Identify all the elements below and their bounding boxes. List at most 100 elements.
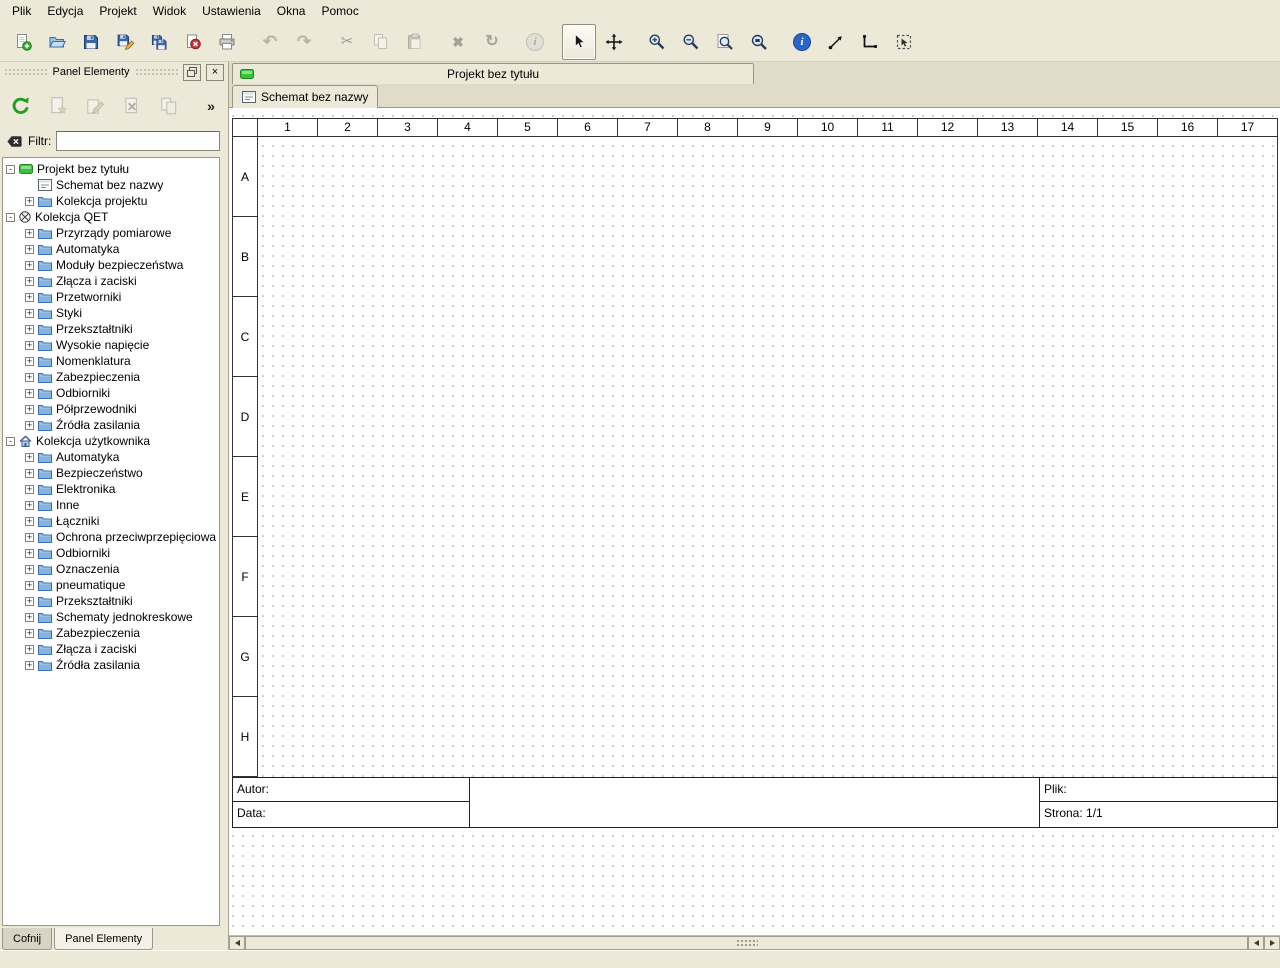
tree-item-elektronika[interactable]: +Elektronika	[3, 481, 219, 497]
diagram-info-button[interactable]: i	[786, 26, 818, 58]
tree-item-zabezpieczenia[interactable]: +Zabezpieczenia	[3, 369, 219, 385]
tree-item-źródła-zasilania[interactable]: +Źródła zasilania	[3, 657, 219, 673]
tree-expander[interactable]: -	[6, 437, 15, 446]
tree-item-pneumatique[interactable]: +pneumatique	[3, 577, 219, 593]
tree-expander[interactable]: +	[25, 245, 34, 254]
tree-expander[interactable]: +	[25, 549, 34, 558]
tree-expander[interactable]: +	[25, 661, 34, 670]
zoom-content-button[interactable]	[743, 26, 775, 58]
save-all-button[interactable]	[143, 26, 175, 58]
clear-filter-icon[interactable]	[6, 133, 23, 150]
element-tree[interactable]: -Projekt bez tytułuSchemat bez nazwy+Kol…	[2, 157, 220, 926]
tree-expander[interactable]: +	[25, 293, 34, 302]
save-file-as-button[interactable]	[109, 26, 141, 58]
tree-item-przyrządy-pomiarowe[interactable]: +Przyrządy pomiarowe	[3, 225, 219, 241]
menu-okna[interactable]: Okna	[269, 1, 314, 21]
menu-projekt[interactable]: Projekt	[91, 1, 144, 21]
tree-item-nomenklatura[interactable]: +Nomenklatura	[3, 353, 219, 369]
save-file-button[interactable]	[75, 26, 107, 58]
scrollbar-track[interactable]	[245, 936, 1248, 950]
tree-expander[interactable]: +	[25, 533, 34, 542]
tree-expander[interactable]: +	[25, 405, 34, 414]
tree-item-przetworniki[interactable]: +Przetworniki	[3, 289, 219, 305]
tree-item-bezpieczeństwo[interactable]: +Bezpieczeństwo	[3, 465, 219, 481]
menu-widok[interactable]: Widok	[145, 1, 194, 21]
corner-tool-button[interactable]	[854, 26, 886, 58]
reload-collections-button[interactable]	[8, 93, 34, 119]
tree-item-kolekcja-użytkownika[interactable]: -Kolekcja użytkownika	[3, 433, 219, 449]
tree-item-automatyka[interactable]: +Automatyka	[3, 241, 219, 257]
tree-item-odbiorniki[interactable]: +Odbiorniki	[3, 385, 219, 401]
panel-tab-cofnij[interactable]: Cofnij	[2, 928, 52, 950]
select-mode-button[interactable]	[562, 24, 596, 60]
scrollbar-thumb[interactable]	[245, 936, 1248, 950]
menu-ustawienia[interactable]: Ustawienia	[194, 1, 269, 21]
tree-expander[interactable]: +	[25, 629, 34, 638]
conductor-tool-button[interactable]	[820, 26, 852, 58]
menu-pomoc[interactable]: Pomoc	[313, 1, 366, 21]
diagram-canvas[interactable]: 1234567891011121314151617 ABCDEFGH Autor…	[229, 108, 1280, 935]
pan-mode-button[interactable]	[598, 26, 630, 58]
tree-expander[interactable]: +	[25, 421, 34, 430]
tree-item-zabezpieczenia[interactable]: +Zabezpieczenia	[3, 625, 219, 641]
tree-expander[interactable]: +	[25, 309, 34, 318]
project-tab[interactable]: Projekt bez tytułu	[232, 63, 754, 84]
tree-expander[interactable]: +	[25, 597, 34, 606]
menu-edycja[interactable]: Edycja	[39, 1, 91, 21]
tree-item-projekt-bez-tytułu[interactable]: -Projekt bez tytułu	[3, 161, 219, 177]
open-file-button[interactable]	[41, 26, 73, 58]
tree-item-półprzewodniki[interactable]: +Półprzewodniki	[3, 401, 219, 417]
horizontal-scrollbar[interactable]	[229, 935, 1280, 950]
menu-plik[interactable]: Plik	[4, 1, 39, 21]
zoom-in-button[interactable]	[641, 26, 673, 58]
tree-item-odbiorniki[interactable]: +Odbiorniki	[3, 545, 219, 561]
tree-expander[interactable]: +	[25, 469, 34, 478]
tree-expander[interactable]: +	[25, 389, 34, 398]
tree-expander[interactable]: +	[25, 197, 34, 206]
panel-close-button[interactable]: ×	[206, 64, 224, 81]
panel-tab-panel-elementy[interactable]: Panel Elementy	[54, 928, 153, 950]
tree-item-złącza-i-zaciski[interactable]: +Złącza i zaciski	[3, 273, 219, 289]
zoom-fit-button[interactable]	[709, 26, 741, 58]
tree-expander[interactable]: +	[25, 229, 34, 238]
tree-item-ochrona-przeciwprzepięciowa[interactable]: +Ochrona przeciwprzepięciowa	[3, 529, 219, 545]
select-visible-button[interactable]	[888, 26, 920, 58]
diagram-tab[interactable]: Schemat bez nazwy	[232, 85, 378, 108]
scroll-right-button[interactable]	[1264, 936, 1280, 950]
more-tools-button[interactable]: »	[202, 93, 220, 119]
scroll-left-button[interactable]	[229, 936, 245, 950]
tree-expander[interactable]: +	[25, 501, 34, 510]
tree-expander[interactable]: +	[25, 325, 34, 334]
tree-expander[interactable]: +	[25, 453, 34, 462]
scroll-left-button-end[interactable]	[1248, 936, 1264, 950]
tree-item-źródła-zasilania[interactable]: +Źródła zasilania	[3, 417, 219, 433]
tree-expander[interactable]: +	[25, 613, 34, 622]
print-button[interactable]	[211, 26, 243, 58]
tree-item-automatyka[interactable]: +Automatyka	[3, 449, 219, 465]
tree-expander[interactable]: +	[25, 517, 34, 526]
tree-item-schematy-jednokreskowe[interactable]: +Schematy jednokreskowe	[3, 609, 219, 625]
filter-input[interactable]	[56, 131, 220, 151]
tree-item-przekształtniki[interactable]: +Przekształtniki	[3, 321, 219, 337]
tree-item-kolekcja-projektu[interactable]: +Kolekcja projektu	[3, 193, 219, 209]
close-file-button[interactable]	[177, 26, 209, 58]
tree-expander[interactable]: +	[25, 565, 34, 574]
tree-expander[interactable]: +	[25, 581, 34, 590]
zoom-out-button[interactable]	[675, 26, 707, 58]
tree-item-oznaczenia[interactable]: +Oznaczenia	[3, 561, 219, 577]
tree-expander[interactable]: +	[25, 277, 34, 286]
new-document-button[interactable]	[7, 26, 39, 58]
tree-item-złącza-i-zaciski[interactable]: +Złącza i zaciski	[3, 641, 219, 657]
tree-item-schemat-bez-nazwy[interactable]: Schemat bez nazwy	[3, 177, 219, 193]
tree-expander[interactable]: +	[25, 373, 34, 382]
tree-item-styki[interactable]: +Styki	[3, 305, 219, 321]
tree-item-kolekcja-qet[interactable]: -Kolekcja QET	[3, 209, 219, 225]
tree-expander[interactable]: +	[25, 357, 34, 366]
tree-expander[interactable]: +	[25, 261, 34, 270]
tree-expander[interactable]: +	[25, 485, 34, 494]
tree-expander[interactable]: -	[6, 165, 15, 174]
tree-item-przekształtniki[interactable]: +Przekształtniki	[3, 593, 219, 609]
tree-expander[interactable]: +	[25, 341, 34, 350]
tree-expander[interactable]: +	[25, 645, 34, 654]
tree-item-wysokie-napięcie[interactable]: +Wysokie napięcie	[3, 337, 219, 353]
